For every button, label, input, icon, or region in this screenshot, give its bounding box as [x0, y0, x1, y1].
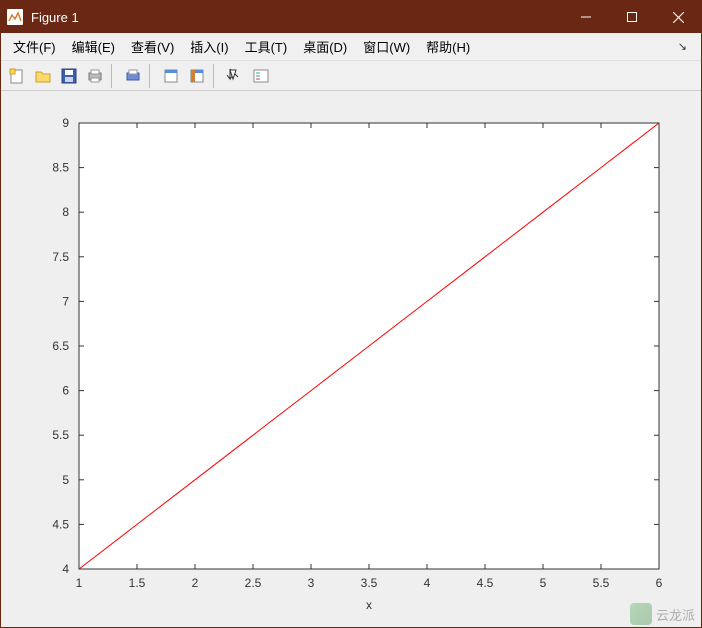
svg-text:4.5: 4.5	[52, 517, 69, 531]
toolbar-separator	[213, 64, 219, 88]
menu-help[interactable]: 帮助(H)	[418, 33, 478, 60]
toolbar-separator	[149, 64, 155, 88]
svg-text:2.5: 2.5	[245, 576, 262, 590]
maximize-button[interactable]	[609, 1, 655, 33]
svg-text:4: 4	[62, 562, 69, 576]
svg-text:5.5: 5.5	[593, 576, 610, 590]
svg-text:3.5: 3.5	[361, 576, 378, 590]
watermark-icon	[630, 603, 652, 625]
svg-text:8.5: 8.5	[52, 161, 69, 175]
watermark: 云龙派	[630, 603, 695, 625]
menu-desktop[interactable]: 桌面(D)	[295, 33, 355, 60]
window-title: Figure 1	[31, 10, 563, 25]
svg-text:1: 1	[76, 576, 83, 590]
dock-arrow-icon[interactable]: ↘	[668, 40, 697, 53]
plot-area[interactable]: 1 1.5 2 2.5 3 3.5 4 4.5 5 5.5 6 4 4.5 5 5.5 6 6.5 7 7.5 8 8.…	[1, 91, 701, 627]
menu-view[interactable]: 查看(V)	[123, 33, 182, 60]
toolbar	[1, 61, 701, 91]
svg-text:2: 2	[192, 576, 199, 590]
svg-text:6: 6	[656, 576, 663, 590]
edit-plot-button[interactable]	[223, 64, 247, 88]
menu-edit[interactable]: 编辑(E)	[64, 33, 123, 60]
menubar: 文件(F) 编辑(E) 查看(V) 插入(I) 工具(T) 桌面(D) 窗口(W…	[1, 33, 701, 61]
titlebar: Figure 1	[1, 1, 701, 33]
insert-colorbar-button[interactable]	[185, 64, 209, 88]
menu-window[interactable]: 窗口(W)	[355, 33, 418, 60]
close-button[interactable]	[655, 1, 701, 33]
svg-text:6: 6	[62, 384, 69, 398]
svg-text:7: 7	[62, 294, 69, 308]
svg-text:x: x	[366, 598, 372, 612]
menu-file[interactable]: 文件(F)	[5, 33, 64, 60]
save-button[interactable]	[57, 64, 81, 88]
minimize-button[interactable]	[563, 1, 609, 33]
svg-text:7.5: 7.5	[52, 250, 69, 264]
print-button[interactable]	[83, 64, 107, 88]
toolbar-separator	[111, 64, 117, 88]
svg-text:5: 5	[540, 576, 547, 590]
svg-text:6.5: 6.5	[52, 339, 69, 353]
svg-text:1.5: 1.5	[129, 576, 146, 590]
svg-text:4: 4	[424, 576, 431, 590]
figure-window: Figure 1 文件(F) 编辑(E) 查看(V) 插入(I) 工具(T) 桌…	[0, 0, 702, 628]
new-figure-button[interactable]	[5, 64, 29, 88]
insert-legend-button[interactable]	[249, 64, 273, 88]
svg-text:5: 5	[62, 473, 69, 487]
print-preview-button[interactable]	[121, 64, 145, 88]
menu-insert[interactable]: 插入(I)	[182, 33, 236, 60]
link-plot-button[interactable]	[159, 64, 183, 88]
menu-tools[interactable]: 工具(T)	[237, 33, 296, 60]
plot-svg: 1 1.5 2 2.5 3 3.5 4 4.5 5 5.5 6 4 4.5 5 5.5 6 6.5 7 7.5 8 8.…	[1, 91, 701, 627]
open-button[interactable]	[31, 64, 55, 88]
svg-text:4.5: 4.5	[477, 576, 494, 590]
svg-text:9: 9	[62, 116, 69, 130]
svg-text:3: 3	[308, 576, 315, 590]
svg-text:8: 8	[62, 205, 69, 219]
app-icon	[7, 9, 23, 25]
svg-text:5.5: 5.5	[52, 428, 69, 442]
watermark-text: 云龙派	[656, 605, 695, 624]
